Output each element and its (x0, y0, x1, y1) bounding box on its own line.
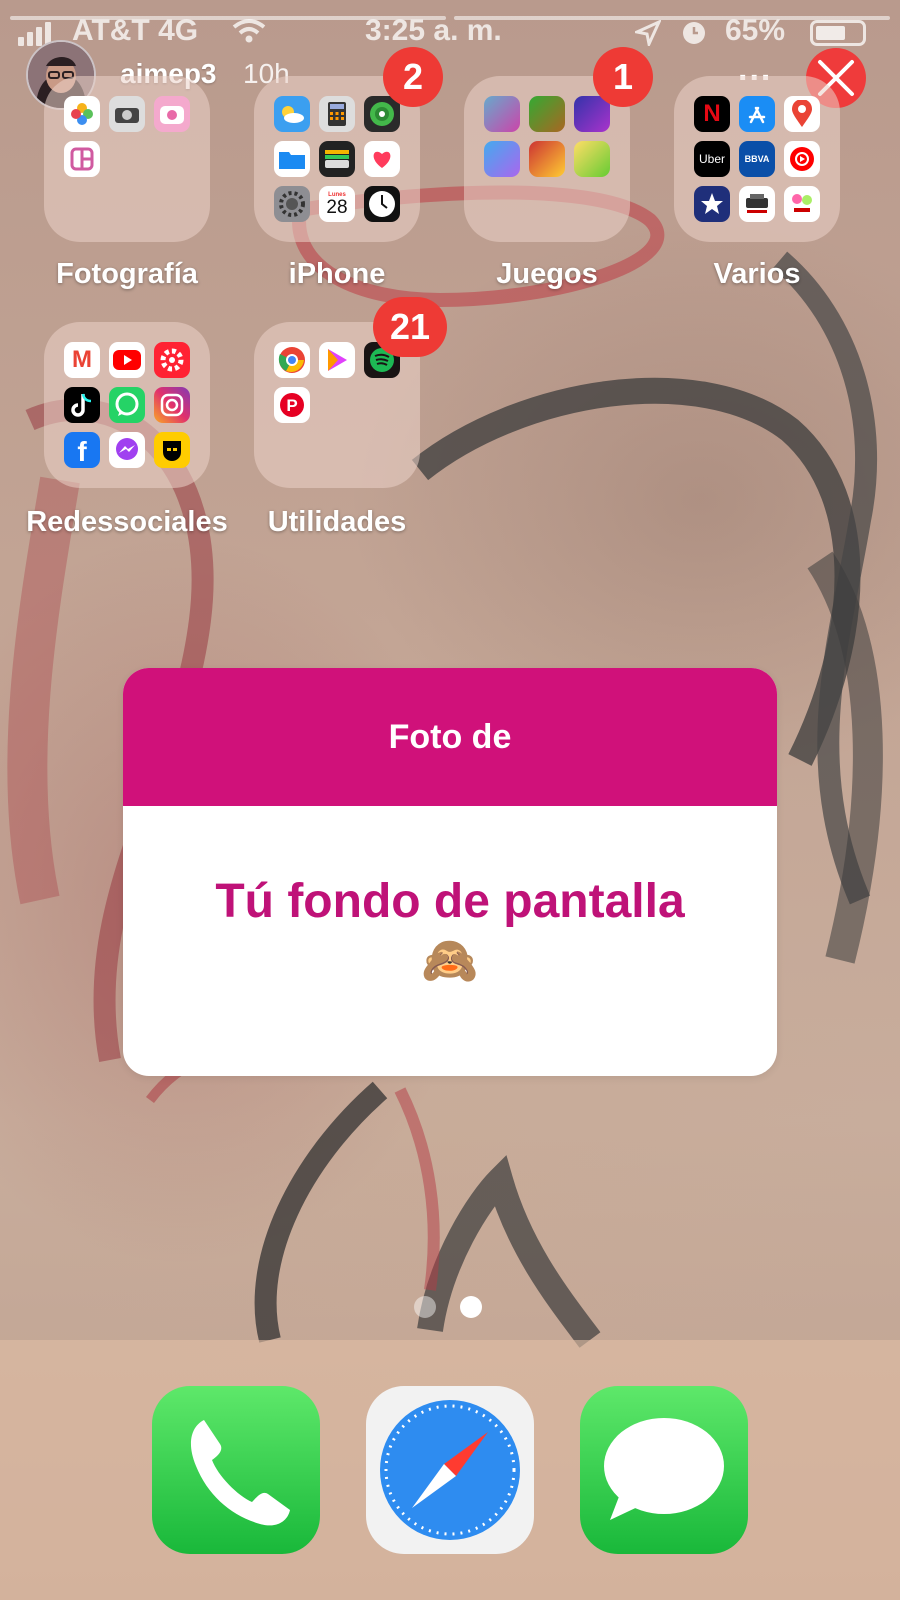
question-sticker[interactable]: Foto de Tú fondo de pantalla 🙈 (123, 668, 777, 1076)
folder-label: Varios (713, 258, 801, 290)
notification-badge: 21 (373, 297, 447, 357)
camera-icon (109, 96, 145, 132)
folder-label: iPhone (288, 258, 386, 290)
wallet-icon (319, 141, 355, 177)
beauty-camera-icon (154, 96, 190, 132)
game-icon (529, 141, 565, 177)
facebook-icon: f (64, 432, 100, 468)
game-icon (574, 141, 610, 177)
settings-icon (274, 186, 310, 222)
chrome-icon (274, 342, 310, 378)
clock-icon (364, 186, 400, 222)
safari-icon[interactable] (366, 1386, 534, 1554)
youtube-music-icon (784, 141, 820, 177)
sticker-body: Tú fondo de pantalla 🙈 (123, 806, 777, 1076)
settings-flower-icon (154, 342, 190, 378)
uber-icon: Uber (694, 141, 730, 177)
play-icon (319, 342, 355, 378)
game-icon (484, 96, 520, 132)
alarm-icon (680, 18, 708, 54)
sticker-text: Tú fondo de pantalla (215, 875, 685, 928)
pinterest-letter: P (286, 396, 297, 415)
sticker-header: Foto de (123, 668, 777, 806)
app-store-icon (739, 96, 775, 132)
page-dot-active[interactable] (460, 1296, 482, 1318)
calculator-icon (319, 96, 355, 132)
tiktok-icon (64, 387, 100, 423)
health-icon (364, 141, 400, 177)
see-no-evil-monkey-icon: 🙈 (421, 934, 479, 986)
notification-badge: 2 (383, 47, 443, 107)
canon-printer-icon (739, 186, 775, 222)
battery-icon (810, 20, 866, 46)
google-maps-icon (784, 96, 820, 132)
game-icon (484, 141, 520, 177)
calendar-date: 28 (326, 196, 348, 218)
folder-label: Juegos (496, 258, 598, 290)
layout-icon (64, 141, 100, 177)
folder-redessociales[interactable]: M f (44, 322, 210, 488)
battery-percent: 65% (725, 14, 786, 47)
messages-icon[interactable] (580, 1386, 748, 1554)
bbva-icon: BBVA (739, 141, 775, 177)
star-icon (694, 186, 730, 222)
whatsapp-icon (109, 387, 145, 423)
instagram-icon (154, 387, 190, 423)
folder-fotografia[interactable] (44, 76, 210, 242)
carrier-label: AT&T 4G (72, 14, 199, 47)
wifi-icon (232, 18, 266, 52)
netflix-icon: N (694, 96, 730, 132)
location-arrow-icon (632, 18, 663, 54)
game-icon (529, 96, 565, 132)
grindr-icon (154, 432, 190, 468)
canon-icon (784, 186, 820, 222)
gmail-icon: M (64, 342, 100, 378)
phone-icon[interactable] (152, 1386, 320, 1554)
photos-icon (64, 96, 100, 132)
clock-time: 3:25 a. m. (365, 14, 502, 47)
weather-icon (274, 96, 310, 132)
folder-varios[interactable]: N Uber BBVA (674, 76, 840, 242)
folder-label: Fotografía (56, 258, 198, 290)
page-dot[interactable] (414, 1296, 436, 1318)
files-icon (274, 141, 310, 177)
calendar-icon: Lunes 28 (319, 186, 355, 222)
youtube-icon (109, 342, 145, 378)
folder-label: Redessociales (26, 506, 228, 538)
notification-badge: 1 (593, 47, 653, 107)
folder-label: Utilidades (267, 506, 407, 538)
messenger-icon (109, 432, 145, 468)
pinterest-icon: P (274, 387, 310, 423)
